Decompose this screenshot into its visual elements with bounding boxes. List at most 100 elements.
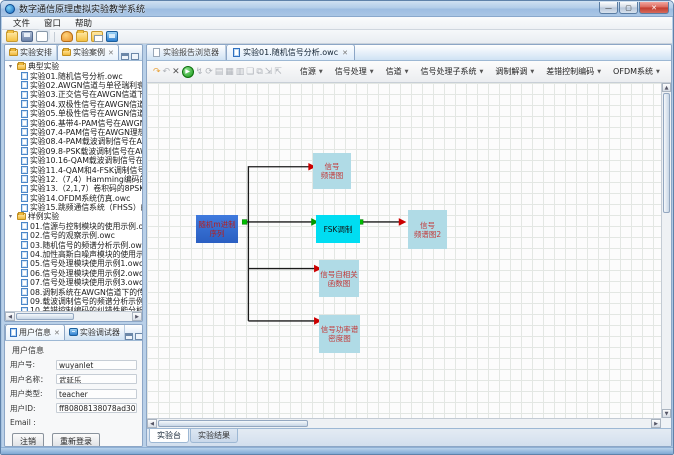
block-random-m-ary-sequence[interactable]: 随机m进制 序列	[196, 215, 238, 243]
folder-icon[interactable]	[76, 31, 88, 42]
close-button[interactable]: ✕	[639, 2, 669, 14]
twistie-icon[interactable]: ▾	[9, 213, 15, 220]
menu-channel[interactable]: 信道▼	[380, 66, 415, 77]
user-number-field[interactable]: wuyanlet	[56, 360, 137, 370]
tab-experiment-results[interactable]: 实验结果	[190, 429, 238, 443]
scroll-right-icon[interactable]: ▶	[651, 419, 661, 428]
tree-item[interactable]: 实验15.跳频通信系统（FHSS）的抗干扰	[5, 203, 142, 212]
block-fsk-modulation[interactable]: FSK调制	[316, 215, 360, 243]
tab-experiment-bench[interactable]: 实验台	[149, 429, 189, 443]
tree-item[interactable]: 实验09.8-PSK载波调制信号在AWGN信道	[5, 147, 142, 156]
tree-item[interactable]: 实验11.4-QAM和4-FSK调制信号在瑞利	[5, 165, 142, 174]
design-canvas[interactable]: 随机m进制 序列 信号 频谱图 FSK调制 信号 频谱图2 信号自相关 函数图	[147, 83, 661, 418]
scrollbar-thumb[interactable]	[663, 93, 670, 213]
tree-item[interactable]: 04.加性高斯白噪声模块的使用示例.owc	[5, 250, 142, 259]
tree-item[interactable]: 实验03.正交信号在AWGN信道下的传输	[5, 90, 142, 99]
group-icon[interactable]: ⧉	[256, 65, 262, 78]
scroll-left-icon[interactable]: ◀	[147, 419, 157, 428]
block-signal-psd-plot[interactable]: 信号功率谱 密度图	[319, 315, 360, 353]
tab-experiment-arrange[interactable]: 实验安排	[5, 44, 57, 60]
tree-item[interactable]: 07.信号处理模块使用示例3.owc	[5, 278, 142, 287]
tree-item[interactable]: 01.信源与控制模块的使用示例.owc	[5, 222, 142, 231]
save-all-icon[interactable]	[36, 31, 48, 42]
canvas-hscrollbar[interactable]: ◀ ▶	[147, 418, 661, 428]
minimize-view-icon[interactable]	[121, 53, 129, 60]
twistie-icon[interactable]: ▾	[9, 63, 15, 70]
scrollbar-thumb[interactable]	[16, 313, 74, 320]
menu-file[interactable]: 文件	[6, 17, 37, 29]
tab-user-info[interactable]: 用户信息 ✕	[5, 324, 65, 340]
explorer-hscrollbar[interactable]: ◀ ▶	[5, 311, 142, 321]
menu-window[interactable]: 窗口	[37, 17, 68, 29]
run-simulation-icon[interactable]: ▶	[182, 65, 194, 78]
user-type-field[interactable]: teacher	[56, 389, 137, 399]
maximize-view-icon[interactable]	[135, 333, 143, 340]
align-left-icon[interactable]: ▤	[215, 65, 224, 78]
tree-item[interactable]: 05.信号处理模块使用示例1.owc	[5, 259, 142, 268]
align-top-icon[interactable]: ▦	[225, 65, 234, 78]
tree-item[interactable]: 02.信号的观察示例.owc	[5, 231, 142, 240]
connect-icon[interactable]: ↯	[196, 65, 204, 78]
scroll-left-icon[interactable]: ◀	[5, 312, 15, 321]
logout-button[interactable]: 注销	[12, 433, 44, 447]
tree-item[interactable]: 实验05.单极性信号在AWGN信道下的传	[5, 109, 142, 118]
tab-experiment-01[interactable]: 实验01.随机信号分析.owc ✕	[226, 44, 355, 60]
relogin-button[interactable]: 重新登录	[52, 433, 100, 447]
delete-icon[interactable]: ✕	[172, 65, 180, 78]
report-folder-icon[interactable]	[91, 31, 103, 42]
maximize-button[interactable]: ▢	[619, 2, 638, 14]
tree-item[interactable]: 实验01.随机信号分析.owc	[5, 71, 142, 80]
tree-folder[interactable]: ▾典型实验	[5, 62, 142, 71]
menu-signal-processing-subsystem[interactable]: 信号处理子系统▼	[414, 66, 489, 77]
tree-item[interactable]: 实验02.AWGN信道与单径瑞利衰落信道	[5, 81, 142, 90]
scroll-right-icon[interactable]: ▶	[132, 312, 142, 321]
tab-experiment-cases[interactable]: 实验案例 ✕	[57, 44, 119, 60]
open-experiment-icon[interactable]	[6, 31, 18, 42]
tab-report-browser[interactable]: 实验报告浏览器	[147, 44, 226, 60]
redo-icon[interactable]: ↷	[153, 65, 161, 78]
tree-item[interactable]: 03.随机信号的频谱分析示例.owc	[5, 240, 142, 249]
minimize-button[interactable]: —	[599, 2, 618, 14]
menu-error-control-coding[interactable]: 差错控制编码▼	[540, 66, 607, 77]
scroll-up-icon[interactable]: ▲	[662, 83, 671, 92]
canvas-vscrollbar[interactable]: ▲ ▼	[661, 83, 671, 418]
zoom-in-icon[interactable]: ⇲	[265, 65, 273, 78]
tree-item[interactable]: 09.载波调制信号的频谱分析示例.owc	[5, 297, 142, 306]
user-name-field[interactable]: 武延乐	[56, 374, 137, 384]
tree-item[interactable]: 实验12.（7,4）Hamming编码的QPSK调	[5, 175, 142, 184]
close-tab-icon[interactable]: ✕	[342, 49, 348, 57]
minimize-view-icon[interactable]	[125, 333, 133, 340]
layers-icon[interactable]: ❏	[246, 65, 254, 78]
user-id-field[interactable]: ff80808138078ad30138088d9	[56, 403, 137, 413]
menu-signal-source[interactable]: 信源▼	[294, 66, 329, 77]
tree-item[interactable]: 实验06.基带4-PAM信号在AWGN信道下	[5, 118, 142, 127]
block-signal-spectrum-plot[interactable]: 信号 频谱图	[313, 153, 351, 189]
tree-item[interactable]: 实验13.（2,1,7）卷积码的8PSK调制系统	[5, 184, 142, 193]
zoom-out-icon[interactable]: ⇱	[274, 65, 282, 78]
alarm-icon[interactable]	[61, 31, 73, 42]
tree-item[interactable]: 08.调制系统在AWGN信道下的传输性能	[5, 287, 142, 296]
scroll-down-icon[interactable]: ▼	[662, 409, 671, 418]
menu-signal-processing[interactable]: 信号处理▼	[329, 66, 380, 77]
undo-icon[interactable]: ↶	[163, 65, 171, 78]
menu-help[interactable]: 帮助	[68, 17, 99, 29]
rotate-icon[interactable]: ⟳	[205, 65, 213, 78]
distribute-icon[interactable]: ▥	[236, 65, 245, 78]
tree-item[interactable]: 06.信号处理模块使用示例2.owc	[5, 269, 142, 278]
tree-item[interactable]: 实验10.16-QAM载波调制信号在AWGN	[5, 156, 142, 165]
menu-computation-analysis-plotting[interactable]: 计算分析与绘图▼	[666, 66, 672, 77]
save-icon[interactable]	[21, 31, 33, 42]
block-signal-autocorrelation-plot[interactable]: 信号自相关 函数图	[319, 260, 359, 297]
block-signal-spectrum-plot-2[interactable]: 信号 频谱图2	[408, 210, 447, 249]
tree-item[interactable]: 实验04.双极性信号在AWGN信道下的传	[5, 100, 142, 109]
tree-item[interactable]: 实验08.4-PAM载波调制信号在AWGN信	[5, 137, 142, 146]
tree-item[interactable]: 实验14.OFDM系统仿真.owc	[5, 193, 142, 202]
close-tab-icon[interactable]: ✕	[108, 49, 114, 57]
close-tab-icon[interactable]: ✕	[54, 329, 60, 337]
tree-folder[interactable]: ▾样例实验	[5, 212, 142, 221]
menu-ofdm-system[interactable]: OFDM系统▼	[607, 66, 666, 77]
tab-experiment-debugger[interactable]: 实验调试器	[65, 324, 125, 340]
scrollbar-thumb[interactable]	[158, 420, 308, 427]
menu-modulation-demodulation[interactable]: 调制解调▼	[489, 66, 540, 77]
tree-item[interactable]: 实验07.4-PAM信号在AWGN理想带限信	[5, 128, 142, 137]
